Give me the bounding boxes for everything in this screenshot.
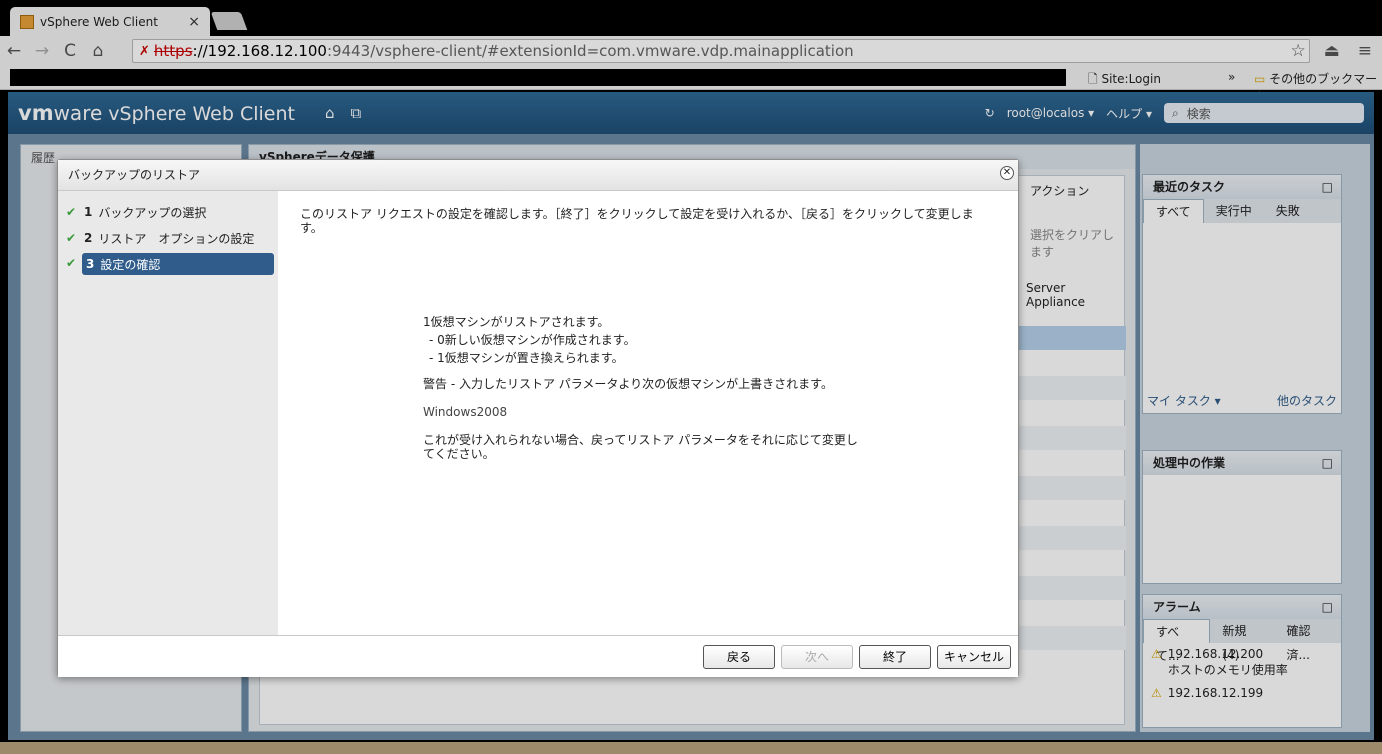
wizard-steps: ✔ 1 バックアップの選択 ✔ 2 リストア オプションの設定 ✔ 3 設定の確… (58, 191, 278, 635)
checkmark-icon: ✔ (66, 205, 77, 219)
restore-summary: 1仮想マシンがリストアされます。 - 0新しい仮想マシンが作成されます。 - 1… (423, 313, 873, 461)
dialog-footer: 戻る 次へ 終了 キャンセル (58, 635, 1018, 677)
summary-line: - 0新しい仮想マシンが作成されます。 (429, 333, 636, 347)
overwrite-warning: 警告 - 入力したリストア パラメータより次の仮想マシンが上書きされます。 (423, 377, 833, 391)
next-button[interactable]: 次へ (781, 645, 853, 669)
dialog-body: このリストア リクエストの設定を確認します。［終了］をクリックして設定を受け入れ… (278, 191, 1018, 635)
step-label: バックアップの選択 (98, 205, 207, 220)
dialog-close-icon[interactable]: ✕ (1000, 166, 1014, 180)
wizard-step-3-row: ✔ 3 設定の確認 (58, 253, 278, 275)
restore-backup-dialog: バックアップのリストア ✕ ✔ 1 バックアップの選択 ✔ 2 リストア オプシ… (57, 159, 1019, 677)
step-number: 2 (84, 231, 93, 245)
wizard-step-3[interactable]: 3 設定の確認 (82, 253, 274, 275)
dialog-title: バックアップのリストア (58, 160, 1018, 191)
note-text: これが受け入れられない場合、戻ってリストア パラメータをそれに応じて変更してくだ… (423, 433, 858, 461)
summary-line: 1仮想マシンがリストアされます。 (423, 315, 610, 329)
wizard-step-1[interactable]: ✔ 1 バックアップの選択 (62, 201, 274, 223)
finish-button[interactable]: 終了 (859, 645, 931, 669)
intro-text: このリストア リクエストの設定を確認します。［終了］をクリックして設定を受け入れ… (300, 207, 974, 235)
wizard-step-2[interactable]: ✔ 2 リストア オプションの設定 (62, 227, 274, 249)
checkmark-icon: ✔ (66, 231, 77, 245)
cancel-button[interactable]: キャンセル (937, 645, 1011, 669)
step-label: リストア オプションの設定 (98, 231, 255, 246)
back-button[interactable]: 戻る (703, 645, 775, 669)
checkmark-icon: ✔ (66, 256, 77, 270)
step-number: 3 (86, 257, 95, 271)
summary-line: - 1仮想マシンが置き換えられます。 (429, 351, 624, 365)
step-number: 1 (84, 205, 93, 219)
step-label: 設定の確認 (100, 257, 161, 272)
vm-name: Windows2008 (423, 405, 508, 419)
